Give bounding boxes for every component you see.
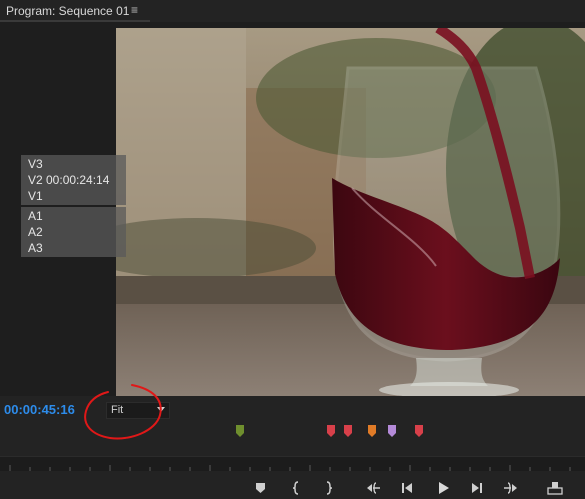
video-track-list: V3 V2 00:00:24:14 V1	[21, 155, 126, 205]
timeline-marker[interactable]	[344, 424, 352, 437]
video-frame[interactable]	[116, 28, 585, 396]
red-annotation-circle	[84, 384, 162, 440]
track-info-overlay: V3 V2 00:00:24:14 V1 A1 A2 A3	[21, 155, 126, 257]
timeline-marker[interactable]	[236, 424, 244, 437]
add-marker-icon[interactable]	[252, 480, 270, 496]
timeline-marker[interactable]	[368, 424, 376, 437]
program-monitor[interactable]: V3 V2 00:00:24:14 V1 A1 A2 A3	[0, 22, 585, 396]
timeline-marker[interactable]	[388, 424, 396, 437]
mark-out-icon[interactable]	[320, 480, 338, 496]
play-icon[interactable]	[434, 480, 452, 496]
timeline-marker[interactable]	[415, 424, 423, 437]
audio-track-list: A1 A2 A3	[21, 207, 126, 257]
track-label-a3: A3	[28, 241, 43, 255]
lift-icon[interactable]	[546, 480, 564, 496]
track-label-v2: V2 00:00:24:14	[28, 173, 110, 187]
panel-header: Program: Sequence 01 ≡	[0, 0, 585, 22]
track-label-a1: A1	[28, 209, 43, 223]
step-back-icon[interactable]	[398, 480, 416, 496]
timeline-marker[interactable]	[327, 424, 335, 437]
mark-in-icon[interactable]	[288, 480, 306, 496]
step-forward-icon[interactable]	[468, 480, 486, 496]
go-to-out-icon[interactable]	[502, 480, 520, 496]
track-label-v1: V1	[28, 189, 43, 203]
playhead-timecode[interactable]: 00:00:45:16	[4, 402, 75, 417]
time-ruler[interactable]	[0, 456, 585, 471]
panel-title[interactable]: Program: Sequence 01	[6, 4, 129, 18]
track-label-a2: A2	[28, 225, 43, 239]
go-to-in-icon[interactable]	[364, 480, 382, 496]
wine-glass-image	[116, 28, 585, 396]
hamburger-menu-icon[interactable]: ≡	[131, 3, 138, 17]
track-label-v3: V3	[28, 157, 43, 171]
